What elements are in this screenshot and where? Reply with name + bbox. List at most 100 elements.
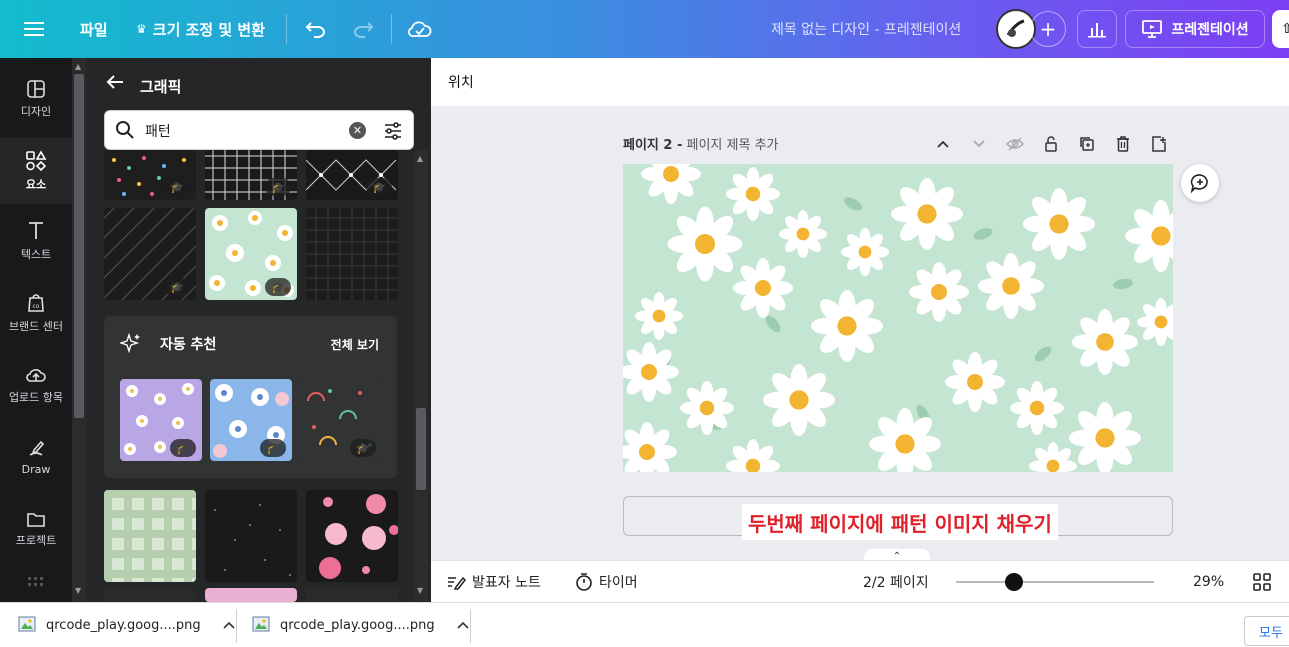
- svg-text:co: co: [33, 303, 40, 310]
- file-menu[interactable]: 파일: [80, 0, 108, 58]
- pattern-thumb-daisies[interactable]: 🎓: [205, 208, 297, 300]
- draw-icon: [29, 440, 45, 456]
- pattern-thumb-scales[interactable]: [205, 588, 297, 602]
- pattern-thumb-pink-dots[interactable]: [306, 490, 398, 582]
- sparkle-icon: [118, 332, 142, 358]
- see-all-link[interactable]: 전체 보기: [331, 336, 379, 353]
- rail-item-elements[interactable]: 요소: [0, 138, 72, 204]
- pattern-thumb-stars[interactable]: [205, 490, 297, 582]
- download-filename: qrcode_play.goog....png: [280, 618, 435, 633]
- panel-header: 그래픽: [86, 58, 431, 110]
- premium-badge-icon: 🎓: [164, 178, 190, 196]
- pattern-thumb-diagonal-lines[interactable]: 🎓: [104, 208, 196, 300]
- graphics-panel: 그래픽 패턴 ✕ 🎓 🎓 🎓 🎓 🎓 자동 추천 전체 보기 🎓 🎓 🎓: [86, 58, 431, 602]
- share-button[interactable]: ⇧: [1272, 10, 1289, 48]
- page-count-button[interactable]: 2/2 페이지: [863, 561, 929, 603]
- redo-icon[interactable]: [352, 0, 374, 58]
- shapes-icon: [26, 150, 47, 172]
- layout-icon: [27, 80, 45, 98]
- rail-item-design[interactable]: 디자인: [0, 66, 72, 132]
- pattern-thumb-gingham[interactable]: [104, 490, 196, 582]
- page-title-input[interactable]: 페이지 제목 추가: [687, 138, 779, 153]
- rail-scrollbar[interactable]: ▲ ▼: [72, 58, 86, 602]
- download-filename: qrcode_play.goog....png: [46, 618, 201, 633]
- rail-item-draw[interactable]: Draw: [0, 424, 72, 490]
- rail-item-uploads[interactable]: 업로드 항목: [0, 352, 72, 418]
- text-icon: [29, 222, 43, 239]
- document-title[interactable]: 제목 없는 디자인 - 프레젠테이션: [771, 0, 961, 58]
- zoom-slider-handle[interactable]: [1005, 573, 1023, 591]
- pattern-thumb-leaves[interactable]: [104, 588, 196, 602]
- position-button[interactable]: 위치: [448, 72, 474, 92]
- left-rail: 디자인 요소 텍스트 co 브랜드 센터 업로드 항목 Draw 프로젝트: [0, 58, 72, 602]
- menu-icon[interactable]: [24, 0, 44, 58]
- lock-icon[interactable]: [1041, 134, 1061, 154]
- rail-label-projects: 프로젝트: [15, 534, 57, 547]
- grid-view-icon[interactable]: [1253, 561, 1271, 603]
- pattern-thumb-zigzag[interactable]: [306, 588, 398, 602]
- notes-button[interactable]: 발표자 노트: [446, 561, 541, 603]
- daisy-pattern-image: [623, 164, 1173, 472]
- auto-recommend-section: 자동 추천 전체 보기 🎓 🎓 🎓: [104, 316, 397, 478]
- presentation-icon: [1142, 20, 1163, 38]
- timer-label: 타이머: [599, 575, 638, 591]
- rail-label-uploads: 업로드 항목: [8, 391, 64, 404]
- rail-label-draw: Draw: [21, 462, 51, 476]
- rail-label-brand: 브랜드 센터: [8, 320, 64, 333]
- hide-page-icon[interactable]: [1005, 134, 1025, 154]
- timer-button[interactable]: 타이머: [575, 561, 638, 603]
- chevron-up-icon[interactable]: [223, 618, 235, 633]
- timer-icon: [576, 573, 592, 591]
- plus-icon: +: [1030, 11, 1066, 47]
- rail-label-design: 디자인: [20, 105, 52, 118]
- crown-icon: ♛: [136, 22, 147, 36]
- bar-chart-icon: [1088, 23, 1106, 38]
- present-button[interactable]: 프레젠테이션: [1125, 10, 1265, 48]
- rail-label-text: 텍스트: [20, 248, 52, 261]
- trash-icon[interactable]: [1113, 134, 1133, 154]
- add-page-icon[interactable]: [1149, 134, 1169, 154]
- editor-area: 위치 페이지 2 - 페이지 제목 추가 두번째 페이지에 패턴 이미지 채우기…: [431, 58, 1289, 602]
- context-toolbar: 위치: [431, 58, 1289, 106]
- pattern-thumb-diamond[interactable]: 🎓: [306, 150, 398, 200]
- panel-scrollbar[interactable]: ▲ ▼: [414, 150, 428, 602]
- rail-item-text[interactable]: 텍스트: [0, 208, 72, 274]
- chevron-up-icon[interactable]: [933, 134, 953, 154]
- premium-badge-icon: 🎓: [350, 439, 376, 457]
- zoom-level[interactable]: 29%: [1193, 561, 1224, 603]
- pattern-thumb-confetti[interactable]: 🎓: [104, 150, 196, 200]
- zoom-slider-track[interactable]: [956, 581, 1154, 583]
- download-item[interactable]: qrcode_play.goog....png: [18, 603, 235, 647]
- comment-plus-icon: [1190, 174, 1208, 194]
- page-header: 페이지 2 - 페이지 제목 추가: [623, 134, 779, 153]
- undo-icon[interactable]: [305, 0, 327, 58]
- clear-search-icon[interactable]: ✕: [349, 122, 366, 139]
- search-box[interactable]: 패턴 ✕: [104, 110, 414, 150]
- insights-button[interactable]: [1077, 10, 1117, 48]
- panel-title: 그래픽: [140, 78, 182, 96]
- download-item[interactable]: qrcode_play.goog....png: [252, 603, 469, 647]
- search-input[interactable]: 패턴: [145, 121, 171, 141]
- back-arrow-icon[interactable]: [106, 74, 124, 94]
- design-page-canvas[interactable]: [623, 164, 1173, 472]
- chevron-up-icon[interactable]: [457, 618, 469, 633]
- share-icon: ⇧: [1281, 21, 1289, 37]
- show-all-downloads-button[interactable]: 모두: [1244, 616, 1289, 646]
- rail-item-brand[interactable]: co 브랜드 센터: [0, 280, 72, 346]
- pattern-thumb-blue-flowers[interactable]: 🎓: [210, 379, 292, 461]
- resize-menu[interactable]: ♛ 크기 조정 및 변환: [136, 0, 265, 58]
- pattern-thumb-rainbows[interactable]: 🎓: [300, 379, 382, 461]
- apps-grid-icon[interactable]: [0, 568, 72, 598]
- rail-item-projects[interactable]: 프로젝트: [0, 496, 72, 562]
- pattern-thumb-purple-flowers[interactable]: 🎓: [120, 379, 202, 461]
- add-member-button[interactable]: +: [1030, 0, 1066, 58]
- resize-label: 크기 조정 및 변환: [152, 20, 266, 39]
- filter-icon[interactable]: [383, 121, 403, 145]
- duplicate-page-icon[interactable]: [1077, 134, 1097, 154]
- downloads-bar: qrcode_play.goog....png qrcode_play.goog…: [0, 602, 1289, 647]
- pattern-thumb-fine-grid[interactable]: [306, 208, 398, 300]
- chevron-down-icon[interactable]: [969, 134, 989, 154]
- add-comment-button[interactable]: [1181, 164, 1219, 202]
- pattern-thumb-grid[interactable]: 🎓: [205, 150, 297, 200]
- cloud-save-icon[interactable]: [408, 0, 432, 58]
